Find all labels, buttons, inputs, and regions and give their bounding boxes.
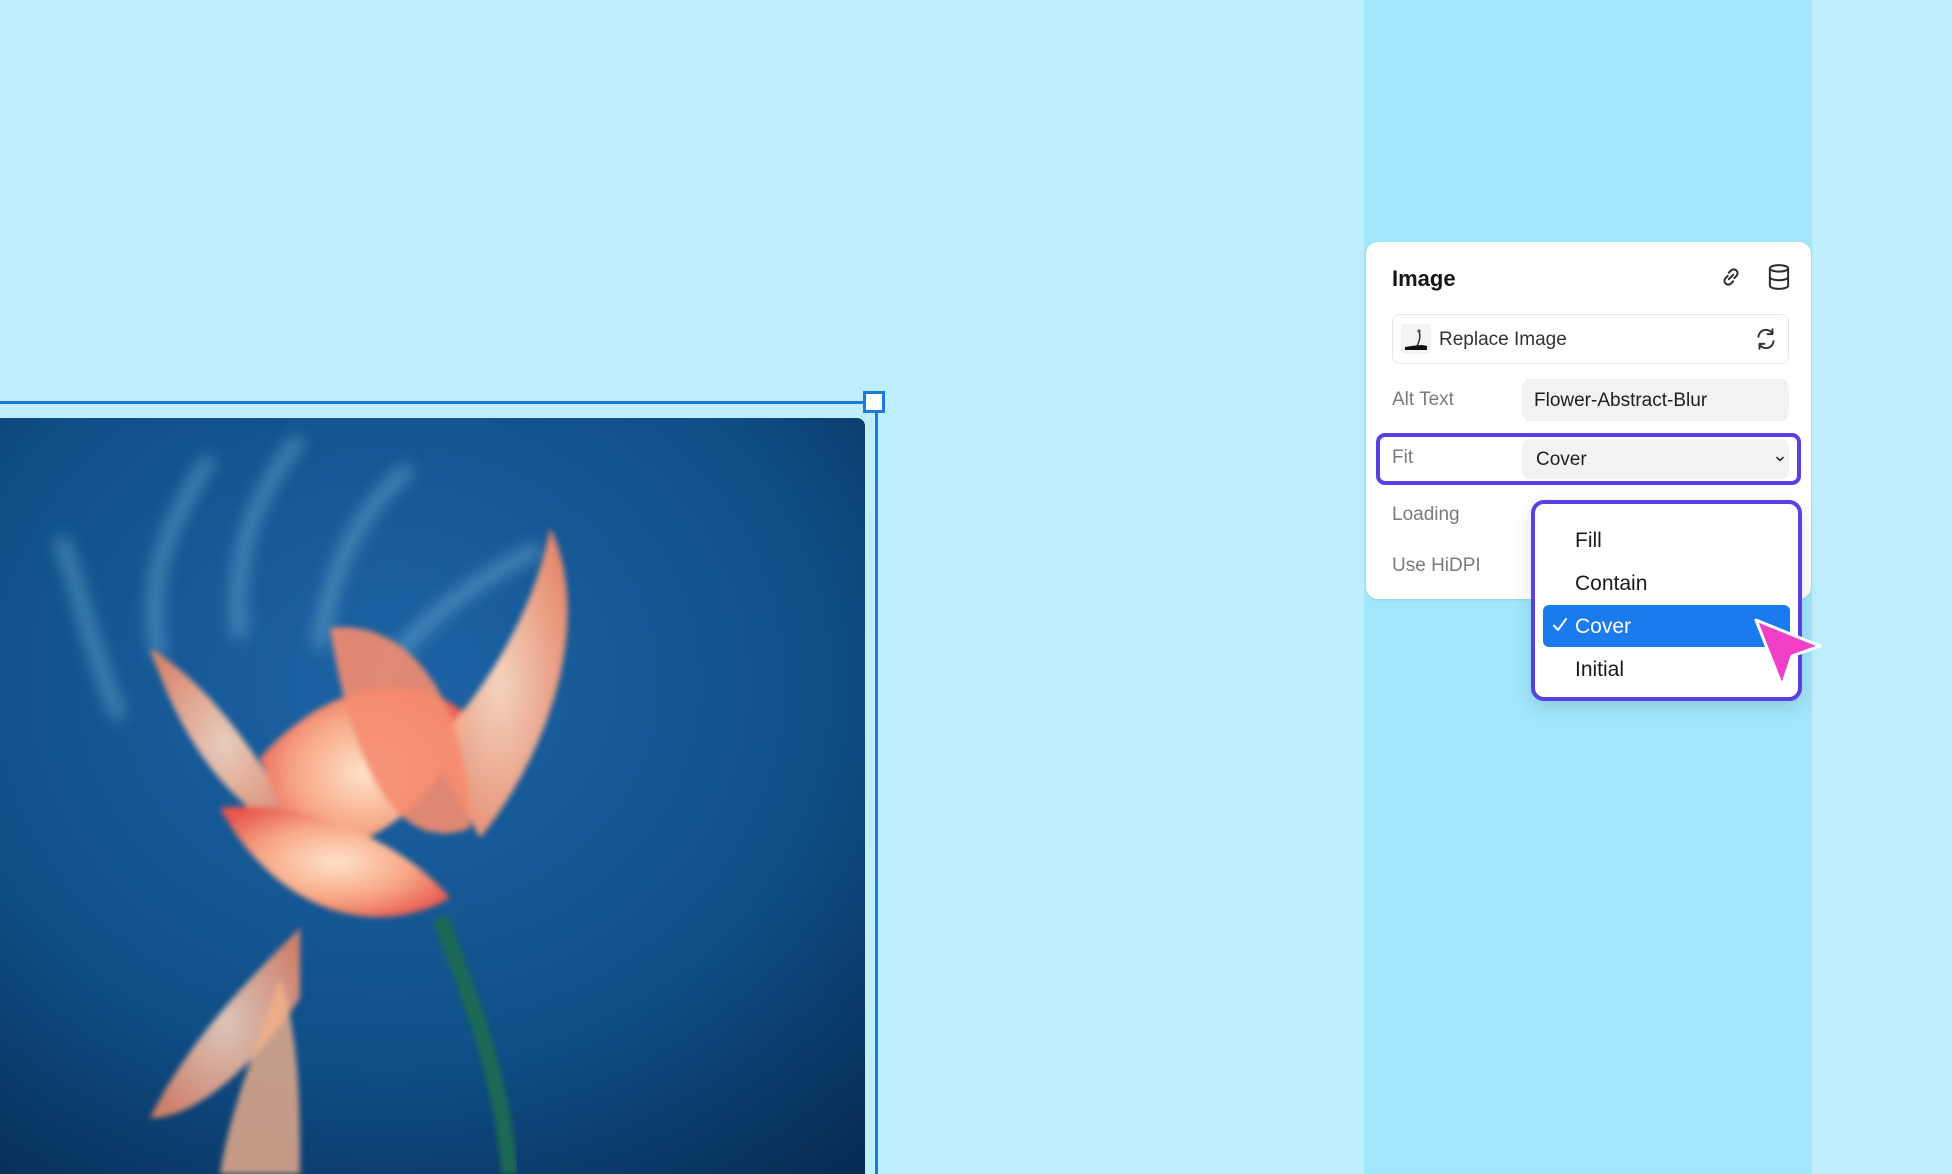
fit-option-label: Initial <box>1575 658 1625 681</box>
fit-select-value: Cover <box>1536 449 1587 470</box>
fit-option-label: Fill <box>1575 529 1602 552</box>
swap-icon[interactable] <box>1753 326 1779 352</box>
fit-option-label: Contain <box>1575 572 1648 595</box>
flower-image[interactable] <box>0 418 865 1174</box>
fit-label: Fit <box>1392 447 1414 468</box>
link-icon[interactable] <box>1718 264 1744 290</box>
fit-option-fill[interactable]: Fill <box>1543 519 1790 561</box>
resize-handle[interactable] <box>863 391 885 413</box>
panel-title: Image <box>1392 266 1456 291</box>
cursor-pointer-icon <box>1754 618 1822 688</box>
fit-select[interactable]: Cover <box>1522 439 1789 479</box>
database-icon[interactable] <box>1766 263 1792 291</box>
use-hidpi-label: Use HiDPI <box>1392 555 1481 576</box>
alt-text-value: Flower-Abstract-Blur <box>1534 390 1708 411</box>
loading-label: Loading <box>1392 504 1460 525</box>
selection-border-right <box>875 401 878 1174</box>
selection-border-top <box>0 401 876 404</box>
fit-option-label: Cover <box>1575 615 1632 638</box>
check-icon <box>1553 618 1567 631</box>
image-thumbnail <box>1401 324 1431 354</box>
alt-text-label: Alt Text <box>1392 389 1454 410</box>
chevron-down-icon <box>1776 456 1784 462</box>
fit-option-contain[interactable]: Contain <box>1543 562 1790 604</box>
flower-image-graphic <box>0 418 865 1174</box>
replace-image-label: Replace Image <box>1439 329 1567 350</box>
alt-text-input[interactable]: Flower-Abstract-Blur <box>1522 379 1789 421</box>
replace-image-button[interactable]: Replace Image <box>1392 314 1789 364</box>
